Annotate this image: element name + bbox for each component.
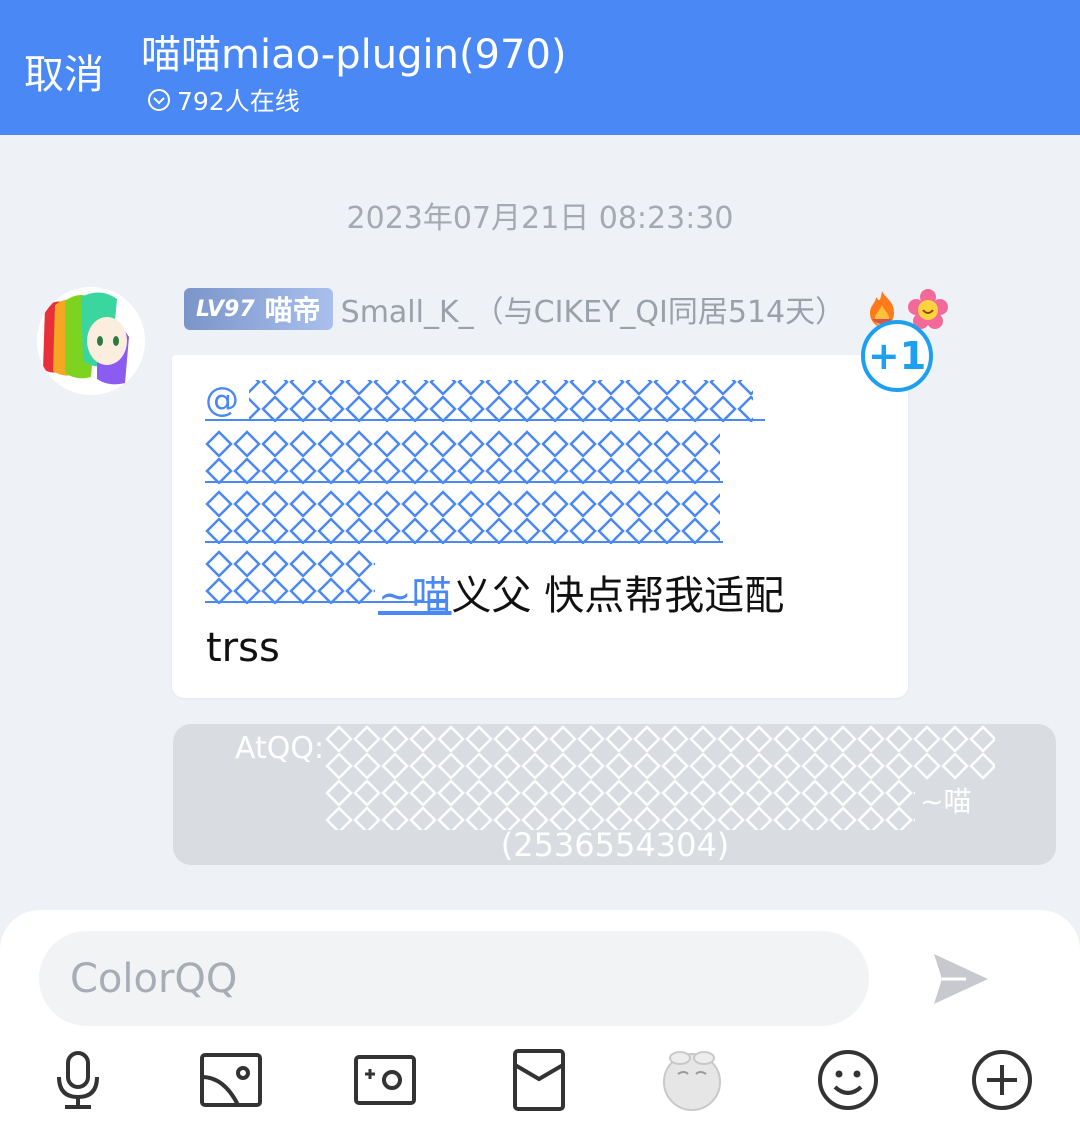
microphone-button[interactable] <box>45 1047 111 1113</box>
plus-one-reaction-button[interactable]: +1 <box>861 320 933 392</box>
sender-avatar[interactable] <box>37 287 145 395</box>
image-button[interactable] <box>198 1047 264 1113</box>
message-text: 义父 快点帮我适配 <box>451 573 785 619</box>
system-notice-qq-number: (2536554304) <box>500 826 730 864</box>
camera-icon <box>354 1055 416 1105</box>
mention-suffix[interactable]: ~喵 <box>378 573 452 619</box>
chevron-circle-icon <box>148 89 170 111</box>
image-icon <box>200 1053 262 1107</box>
microphone-icon <box>57 1051 99 1109</box>
emoji-sticker-icon <box>663 1051 721 1111</box>
masked-name-pattern <box>325 725 995 830</box>
sender-name[interactable]: Small_K_（与CIKEY_QI同居514天） <box>341 287 845 331</box>
flower-badge-icon <box>908 289 948 329</box>
send-icon[interactable] <box>930 948 992 1010</box>
more-button[interactable] <box>969 1047 1035 1113</box>
chat-header: 取消 喵喵miao-plugin(970) 792人在线 <box>0 0 1080 135</box>
cancel-button[interactable]: 取消 <box>24 42 104 100</box>
mention-masked-row <box>205 430 765 484</box>
message-input[interactable] <box>39 931 869 1026</box>
system-notice-label: AtQQ: <box>235 731 325 766</box>
level-text: LV97 <box>196 296 255 322</box>
mention-masked-row <box>205 380 765 422</box>
smiley-icon <box>818 1050 878 1110</box>
system-notice-name-tail: ~喵 <box>920 785 972 818</box>
message-text-line2: trss <box>206 625 280 671</box>
message-text-line1: ~喵义父 快点帮我适配 <box>378 563 784 621</box>
avatar-image <box>37 287 145 395</box>
mention-masked-row <box>205 490 765 544</box>
red-packet-icon <box>513 1049 565 1111</box>
rank-title: 喵帝 <box>264 294 321 327</box>
red-packet-button[interactable] <box>506 1047 572 1113</box>
online-status[interactable]: 792人在线 <box>147 82 300 118</box>
sender-info: LV97 喵帝 Small_K_（与CIKEY_QI同居514天） <box>184 287 845 331</box>
camera-button[interactable] <box>352 1047 418 1113</box>
emoji-button[interactable] <box>815 1047 881 1113</box>
plus-icon <box>972 1050 1032 1110</box>
message-timestamp: 2023年07月21日 08:23:30 <box>346 201 734 236</box>
sticker-button[interactable] <box>660 1044 724 1112</box>
online-count: 792人在线 <box>177 87 300 116</box>
level-badge: LV97 喵帝 <box>184 288 333 330</box>
group-title[interactable]: 喵喵miao-plugin(970) <box>141 22 567 80</box>
